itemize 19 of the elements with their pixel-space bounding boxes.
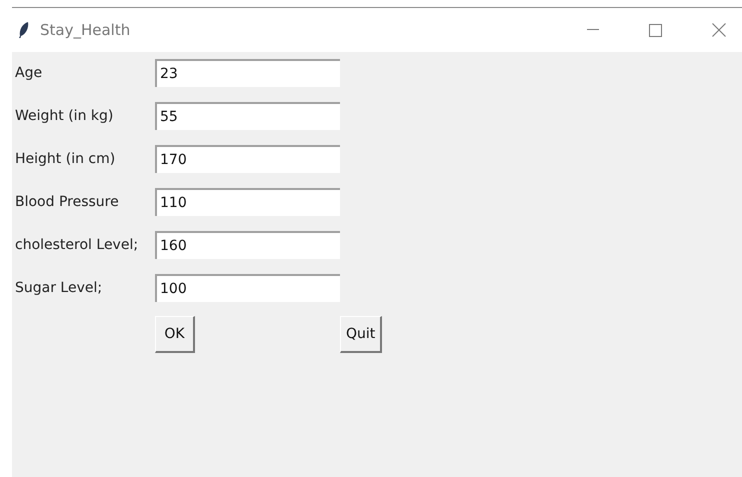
field-label: cholesterol Level; bbox=[15, 237, 140, 253]
field-label: Weight (in kg) bbox=[15, 108, 114, 124]
field-label: Sugar Level; bbox=[15, 280, 104, 296]
quit-button[interactable]: Quit bbox=[340, 316, 382, 353]
input-field[interactable]: 170 bbox=[155, 145, 340, 173]
close-icon[interactable] bbox=[712, 23, 726, 37]
input-field[interactable]: 160 bbox=[155, 231, 340, 259]
ok-button[interactable]: OK bbox=[155, 316, 195, 353]
window-title: Stay_Health bbox=[40, 21, 130, 39]
input-field[interactable]: 100 bbox=[155, 274, 340, 302]
field-label: Blood Pressure bbox=[15, 194, 120, 210]
input-field[interactable]: 55 bbox=[155, 102, 340, 130]
input-field[interactable]: 23 bbox=[155, 59, 340, 87]
maximize-icon[interactable] bbox=[649, 24, 662, 36]
input-field[interactable]: 110 bbox=[155, 188, 340, 216]
minimize-icon[interactable] bbox=[587, 29, 599, 31]
feather-icon bbox=[18, 21, 30, 39]
field-label: Age bbox=[15, 65, 44, 81]
field-label: Height (in cm) bbox=[15, 151, 116, 167]
